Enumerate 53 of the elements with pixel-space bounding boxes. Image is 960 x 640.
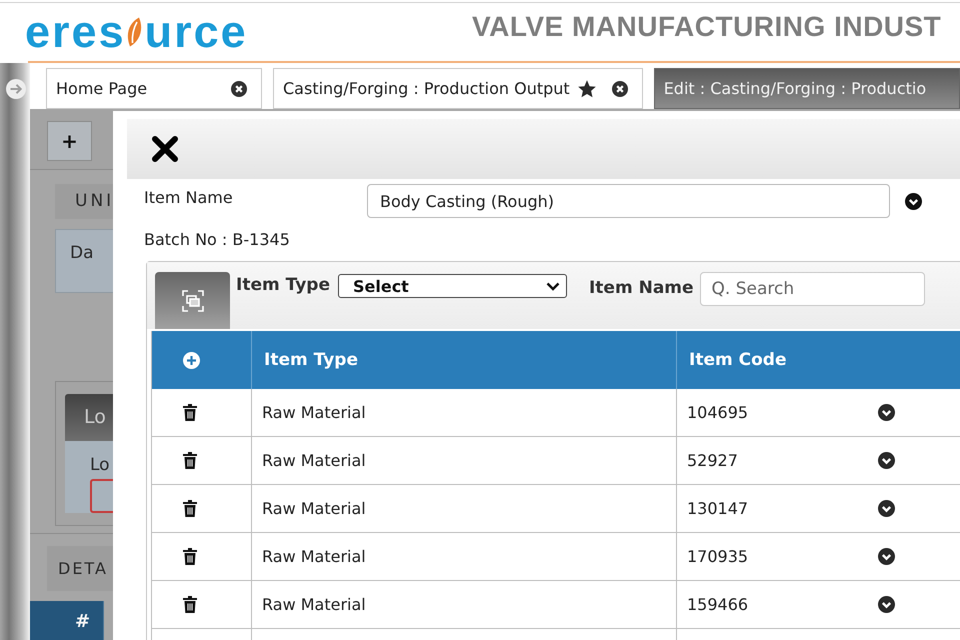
- search-field[interactable]: Q. Search: [700, 272, 925, 306]
- chevron-circle-icon[interactable]: [905, 192, 922, 210]
- chevron-circle-icon[interactable]: [878, 452, 895, 469]
- close-icon[interactable]: [231, 80, 247, 96]
- trash-icon[interactable]: [183, 596, 197, 613]
- chevron-circle-icon[interactable]: [878, 404, 895, 421]
- trash-icon[interactable]: [183, 404, 197, 421]
- column-header: Item Code: [688, 349, 788, 372]
- tab[interactable]: Casting/Forging : Production Output: [273, 68, 643, 109]
- company-title: VALVE MANUFACTURING INDUST: [472, 10, 942, 41]
- logo-text: urce: [144, 9, 248, 54]
- logo-text: eres: [25, 9, 126, 54]
- table-cell-text: 159466: [687, 595, 750, 614]
- filter-label: Item Type: [236, 274, 330, 297]
- field-label: Item Name: [144, 187, 234, 208]
- tab[interactable]: Home Page: [46, 68, 262, 109]
- column-header: Item Type: [252, 331, 677, 389]
- chevron-circle-icon[interactable]: [878, 500, 895, 517]
- selection-frame-icon: [182, 290, 204, 312]
- chevron-circle-icon[interactable]: [878, 596, 895, 613]
- plus-circle-icon[interactable]: [183, 352, 200, 368]
- leaf-icon: [126, 17, 143, 47]
- field-label: Lo: [90, 455, 110, 475]
- table-cell: Raw Material: [252, 389, 677, 436]
- panel-button[interactable]: Lo: [65, 394, 113, 441]
- add-button[interactable]: +: [47, 121, 92, 161]
- column-header: #: [75, 611, 90, 633]
- select-field[interactable]: Select: [338, 274, 567, 298]
- field-label: Da: [70, 243, 94, 263]
- table-cell-text: 130147: [687, 499, 750, 518]
- arrow-circle-icon[interactable]: [6, 79, 26, 99]
- table-cell: Raw Material: [252, 437, 677, 484]
- filter-label: Item Name: [588, 277, 694, 300]
- toolbar-button[interactable]: [155, 272, 230, 329]
- table-cell: Raw Material: [252, 581, 677, 628]
- close-icon[interactable]: [612, 80, 628, 96]
- section-heading: DETA: [47, 546, 113, 591]
- table-cell-text: 104695: [687, 403, 750, 422]
- star-icon[interactable]: [578, 80, 596, 98]
- batch-number: Batch No : B-1345: [144, 231, 291, 249]
- tab[interactable]: Edit : Casting/Forging : Productio: [654, 68, 960, 109]
- section-heading: UNI: [55, 184, 113, 219]
- trash-icon[interactable]: [183, 548, 197, 565]
- chevron-circle-icon[interactable]: [878, 548, 895, 565]
- table-cell-text: 170935: [687, 547, 750, 566]
- close-icon[interactable]: [152, 136, 178, 162]
- chevron-down-icon: [546, 282, 560, 290]
- table-cell: Raw Material: [252, 533, 677, 580]
- trash-icon[interactable]: [183, 452, 197, 469]
- table-cell: Raw Material: [252, 485, 677, 532]
- table-cell-text: 52927: [687, 451, 739, 470]
- trash-icon[interactable]: [183, 500, 197, 517]
- text-field[interactable]: Body Casting (Rough): [367, 184, 890, 218]
